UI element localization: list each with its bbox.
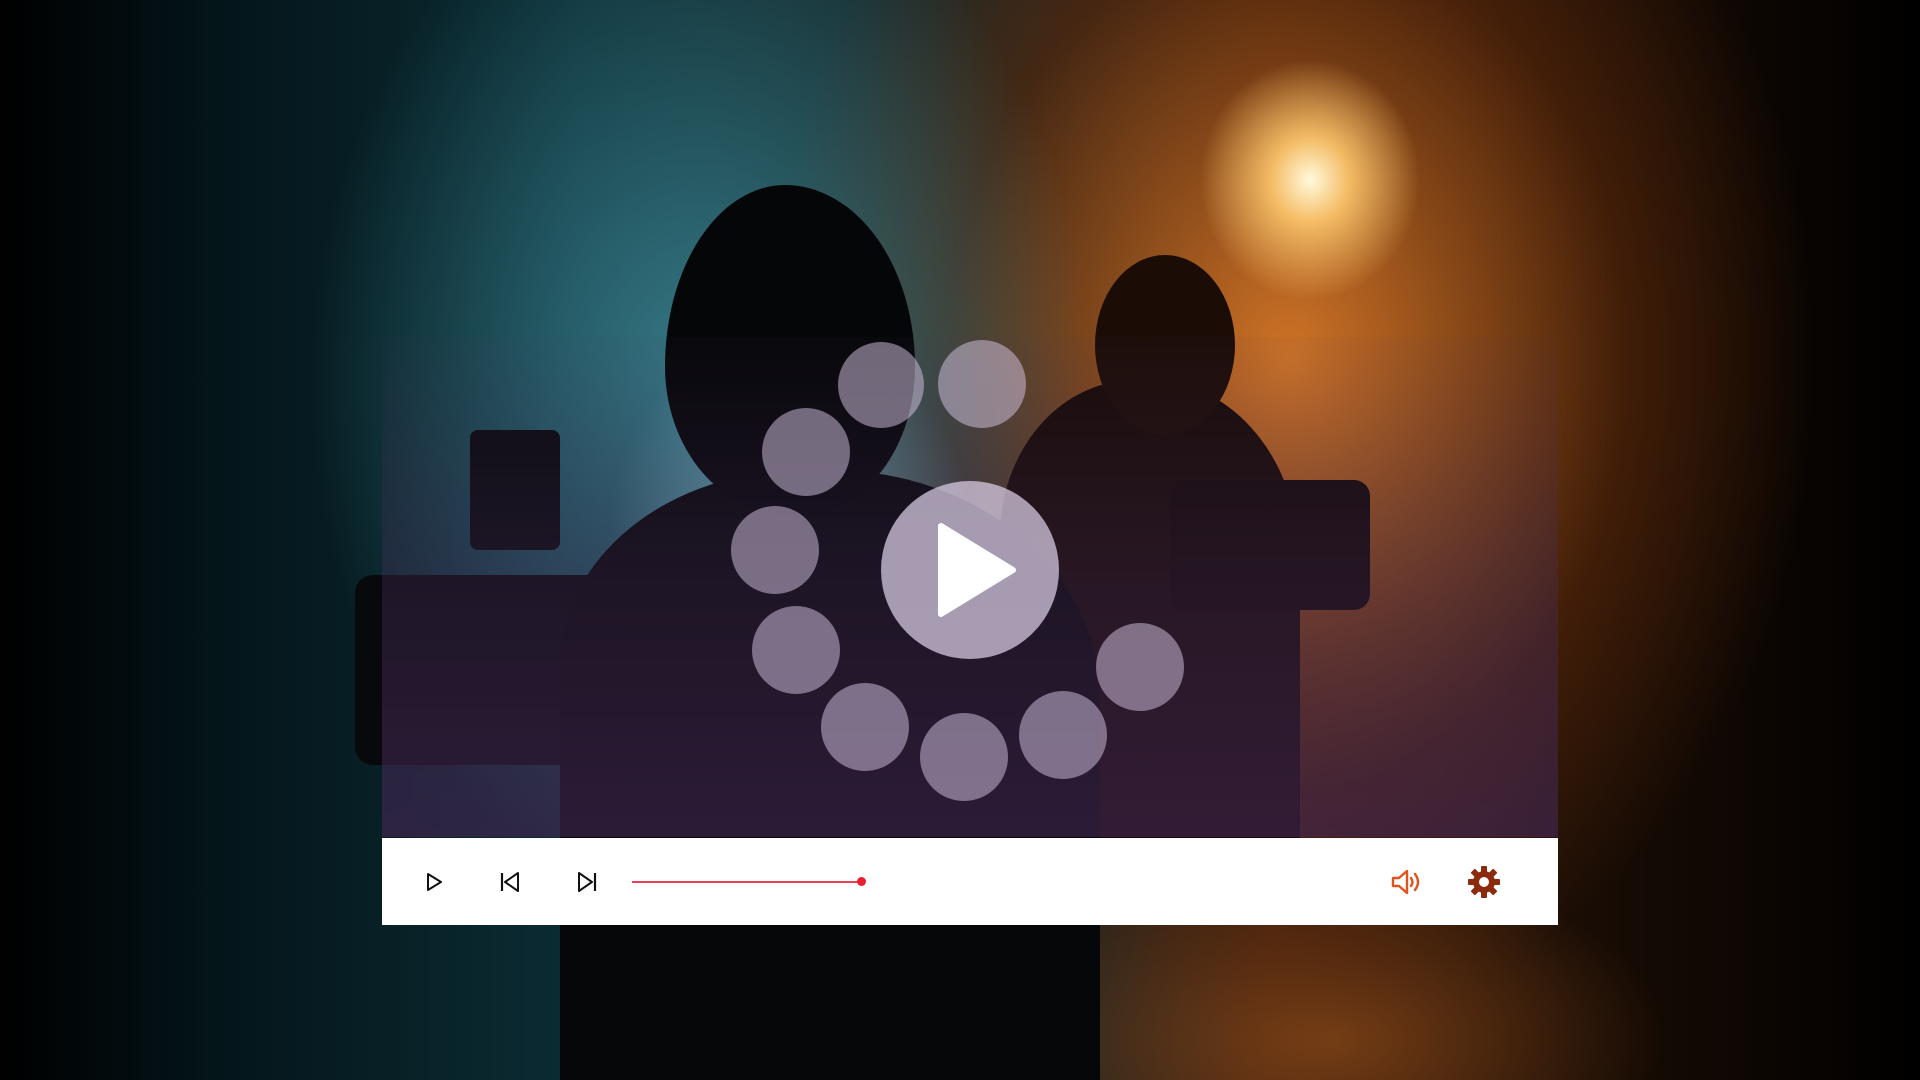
progress-thumb[interactable] (856, 877, 866, 886)
progress-bar[interactable] (632, 875, 1152, 889)
video-player[interactable] (382, 0, 1558, 925)
big-play-button[interactable] (881, 481, 1059, 659)
control-bar (382, 838, 1558, 925)
next-button[interactable] (565, 838, 609, 925)
play-icon (427, 872, 442, 891)
progress-fill (632, 881, 861, 883)
gear-icon (1468, 865, 1500, 898)
skip-previous-icon (500, 871, 519, 892)
settings-button[interactable] (1462, 838, 1506, 925)
previous-button[interactable] (488, 838, 532, 925)
play-icon (938, 523, 1016, 617)
volume-icon (1391, 869, 1420, 894)
skip-next-icon (578, 871, 597, 892)
play-button[interactable] (412, 838, 456, 925)
volume-button[interactable] (1385, 838, 1429, 925)
